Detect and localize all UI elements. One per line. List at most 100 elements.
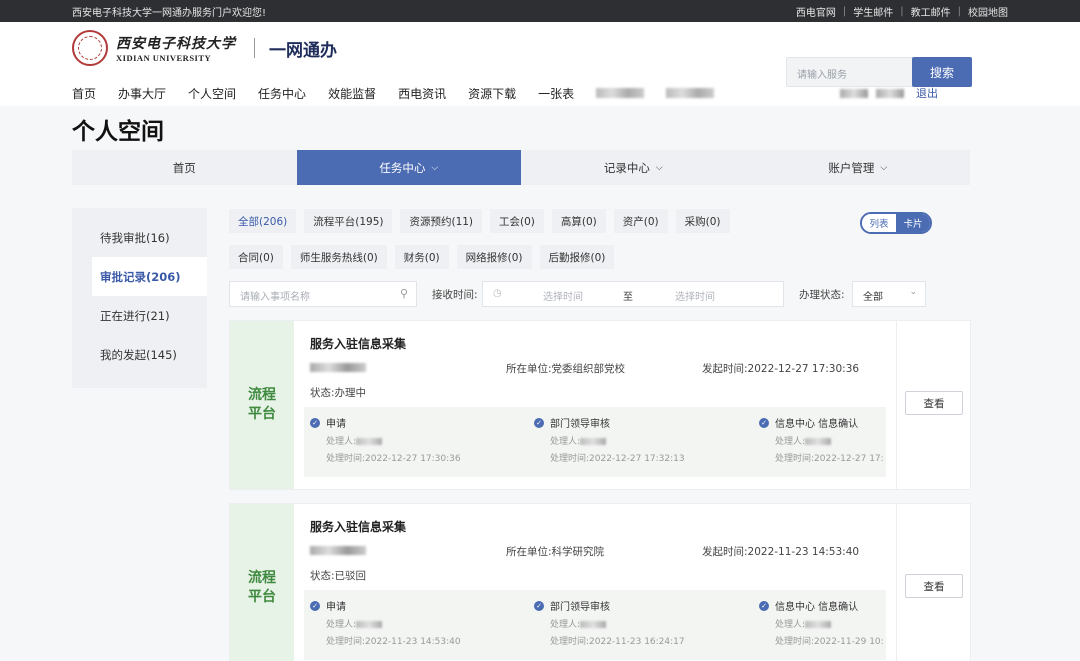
nav-home[interactable]: 首页 xyxy=(72,85,96,102)
category-chips: 全部(206) 流程平台(195) 资源预约(11) 工会(0) 高算(0) 资… xyxy=(229,209,789,281)
status-select[interactable]: 全部 ⌄ xyxy=(852,281,926,307)
link-separator: | xyxy=(900,5,904,17)
user-name-blurred xyxy=(876,88,904,98)
chip-union[interactable]: 工会(0) xyxy=(490,209,544,233)
flow-step: ✓ 部门领导审核 处理人: 处理时间:2022-12-27 17:32:13 xyxy=(534,415,685,464)
search-icon: ⚲ xyxy=(399,287,408,300)
card-applicant-blurred xyxy=(310,363,366,372)
sidebar-item-in-progress[interactable]: 正在进行(21) xyxy=(72,296,207,335)
chip-purchase[interactable]: 采购(0) xyxy=(675,209,730,233)
sidebar-item-my-initiated[interactable]: 我的发起(145) xyxy=(72,335,207,374)
nav-news[interactable]: 西电资讯 xyxy=(398,85,446,102)
chip-network-repair[interactable]: 网络报修(0) xyxy=(456,245,532,269)
tab-record-center[interactable]: 记录中心 ⌵ xyxy=(521,150,746,185)
check-icon: ✓ xyxy=(759,417,769,428)
card-tag: 流程 平台 xyxy=(230,504,294,661)
tab-label: 记录中心 xyxy=(603,160,650,175)
step-name: 信息中心 信息确认 xyxy=(775,419,859,430)
site-header: 西安电子科技大学 XIDIAN UNIVERSITY 一网通办 请输入服务 搜索… xyxy=(0,22,1080,106)
tab-account[interactable]: 账户管理 ⌵ xyxy=(746,150,971,185)
nav-efficiency[interactable]: 效能监督 xyxy=(328,85,376,102)
chevron-down-icon: ⌵ xyxy=(431,162,439,173)
chip-hpc[interactable]: 高算(0) xyxy=(551,209,606,233)
card-applicant-blurred xyxy=(310,546,366,555)
view-button[interactable]: 查看 xyxy=(905,574,963,598)
main-nav: 首页 办事大厅 个人空间 任务中心 效能监督 西电资讯 资源下载 一张表 xyxy=(72,85,736,102)
sidebar-item-pending[interactable]: 待我审批(16) xyxy=(72,218,207,257)
toggle-list[interactable]: 列表 xyxy=(862,214,896,232)
item-name-placeholder: 请输入事项名称 xyxy=(240,292,310,303)
step-handler: 处理人: xyxy=(550,620,581,630)
nav-service-hall[interactable]: 办事大厅 xyxy=(118,85,166,102)
logo-divider xyxy=(254,38,255,58)
chip-all[interactable]: 全部(206) xyxy=(229,209,297,233)
top-bar: 西安电子科技大学一网通办服务门户欢迎您! 西电官网 | 学生邮件 | 教工邮件 … xyxy=(0,0,1080,22)
chip-assets[interactable]: 资产(0) xyxy=(613,209,668,233)
card-tag-line: 平台 xyxy=(248,406,276,422)
chevron-down-icon: ⌵ xyxy=(655,162,663,173)
card-tag-line: 平台 xyxy=(248,589,276,605)
link-student-mail[interactable]: 学生邮件 xyxy=(853,4,893,19)
flow-step: ✓ 信息中心 信息确认 处理人: 处理时间:2022-12-27 17: xyxy=(759,415,884,464)
toggle-card[interactable]: 卡片 xyxy=(896,214,930,232)
flow-step: ✓ 信息中心 信息确认 处理人: 处理时间:2022-11-29 10: xyxy=(759,598,884,647)
chip-resource[interactable]: 资源预约(11) xyxy=(400,209,483,233)
nav-blurred-item[interactable] xyxy=(666,88,715,98)
handler-blurred xyxy=(356,621,383,628)
date-to: 至 xyxy=(623,292,633,303)
chip-finance[interactable]: 财务(0) xyxy=(394,245,449,269)
chip-workflow[interactable]: 流程平台(195) xyxy=(304,209,393,233)
tab-task-center[interactable]: 任务中心 ⌵ xyxy=(296,150,521,185)
nav-task-center[interactable]: 任务中心 xyxy=(258,85,306,102)
sidebar-item-approval-records[interactable]: 审批记录(206) xyxy=(92,257,207,296)
sidebar: 待我审批(16) 审批记录(206) 正在进行(21) 我的发起(145) xyxy=(72,208,207,388)
step-time: 处理时间:2022-11-23 14:53:40 xyxy=(326,637,461,647)
check-icon: ✓ xyxy=(534,600,544,611)
nav-personal-space[interactable]: 个人空间 xyxy=(188,85,236,102)
chip-contract[interactable]: 合同(0) xyxy=(229,245,283,269)
logo-en: XIDIAN UNIVERSITY xyxy=(116,53,212,63)
link-campus-map[interactable]: 校园地图 xyxy=(968,4,1008,19)
approval-flow: ✓ 申请 处理人: 处理时间:2022-11-23 14:53:40 ✓ 部门领导审… xyxy=(304,590,886,660)
nav-blurred-item[interactable] xyxy=(596,88,645,98)
step-time: 处理时间:2022-12-27 17:30:36 xyxy=(326,454,461,464)
chevron-down-icon: ⌄ xyxy=(909,287,917,297)
handler-blurred xyxy=(805,621,832,628)
card-divider xyxy=(896,321,897,489)
step-name: 申请 xyxy=(326,419,346,430)
link-official-site[interactable]: 西电官网 xyxy=(796,4,836,19)
university-seal-icon xyxy=(72,30,108,66)
card-divider xyxy=(896,504,897,661)
search-button[interactable]: 搜索 xyxy=(912,57,972,87)
step-name: 信息中心 信息确认 xyxy=(775,602,859,613)
chevron-down-icon: ⌵ xyxy=(880,162,888,173)
handler-blurred xyxy=(805,438,832,445)
user-area: 退出 xyxy=(840,85,938,101)
card-status: 状态:办理中 xyxy=(310,387,367,399)
view-button[interactable]: 查看 xyxy=(905,391,963,415)
chip-logistics-repair[interactable]: 后勤报修(0) xyxy=(539,245,615,269)
status-select-value: 全部 xyxy=(863,292,883,303)
nav-one-form[interactable]: 一张表 xyxy=(538,85,574,102)
tab-label: 账户管理 xyxy=(828,160,875,175)
check-icon: ✓ xyxy=(310,600,320,611)
date-end[interactable]: 选择时间 xyxy=(675,288,715,303)
step-time: 处理时间:2022-11-29 10: xyxy=(775,637,884,647)
card-status: 状态:已驳回 xyxy=(310,570,367,582)
nav-downloads[interactable]: 资源下载 xyxy=(468,85,516,102)
step-handler: 处理人: xyxy=(550,437,581,447)
logout-link[interactable]: 退出 xyxy=(916,85,938,101)
logo-cn: 西安电子科技大学 xyxy=(116,36,236,52)
logo-text: 西安电子科技大学 XIDIAN UNIVERSITY xyxy=(116,33,236,63)
card-tag-line: 流程 xyxy=(248,387,276,403)
chip-hotline[interactable]: 师生服务热线(0) xyxy=(290,245,387,269)
item-name-input[interactable]: 请输入事项名称 ⚲ xyxy=(229,281,417,307)
card-unit: 所在单位:党委组织部党校 xyxy=(506,363,626,375)
link-staff-mail[interactable]: 教工邮件 xyxy=(911,4,951,19)
date-range-picker[interactable]: ◷ 选择时间 至 选择时间 xyxy=(482,281,784,307)
tab-home[interactable]: 首页 xyxy=(72,150,297,185)
date-start[interactable]: 选择时间 xyxy=(543,288,583,303)
logo[interactable]: 西安电子科技大学 XIDIAN UNIVERSITY 一网通办 xyxy=(72,30,337,66)
handler-blurred xyxy=(356,438,383,445)
step-handler: 处理人: xyxy=(775,620,806,630)
